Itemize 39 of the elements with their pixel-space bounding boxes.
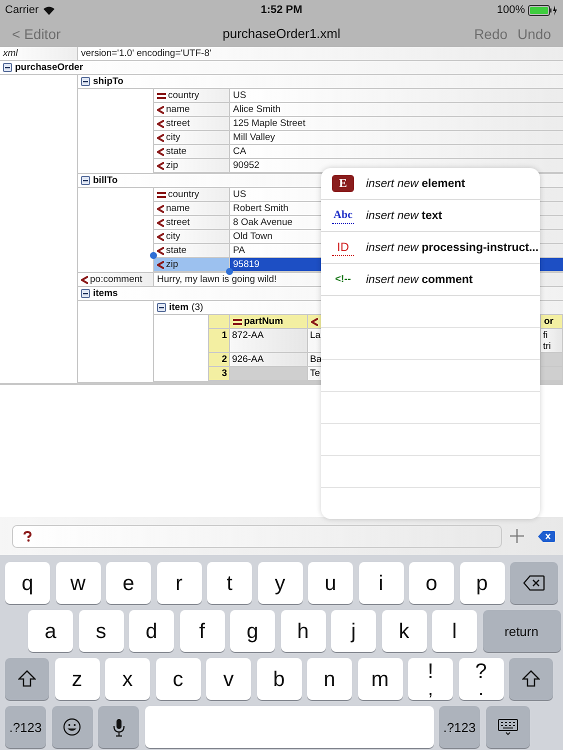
node-name-text: street xyxy=(166,118,190,129)
node-name-text: name xyxy=(166,104,190,115)
clock-time: 1:52 PM xyxy=(260,4,302,16)
element-icon: E xyxy=(332,175,354,192)
key-symbol: ! xyxy=(428,660,434,682)
row-number: 3 xyxy=(209,367,230,381)
node-name-text: xml xyxy=(3,48,18,59)
key-symbol: , xyxy=(428,682,434,698)
document-title: purchaseOrder1.xml xyxy=(222,26,342,41)
element-name: billTo xyxy=(93,175,118,186)
carrier-name: Carrier xyxy=(5,4,39,16)
element-name: purchaseOrder xyxy=(15,62,84,73)
row-number: 1 xyxy=(209,329,230,353)
menu-item-label: insert new comment xyxy=(366,274,473,286)
node-name-text: street xyxy=(166,217,190,228)
node-name-text: state xyxy=(166,245,187,256)
node-name-text: country xyxy=(168,90,200,101)
node-name-text: city xyxy=(166,231,180,242)
comment-icon: <!-- xyxy=(332,271,354,288)
row-number: 2 xyxy=(209,353,230,367)
menu-item-label: insert new element xyxy=(366,178,466,190)
node-name-text: name xyxy=(166,203,190,214)
element-name: items xyxy=(93,288,118,299)
element-name: item xyxy=(169,302,189,313)
element-count: (3) xyxy=(192,302,204,313)
battery-percent: 100% xyxy=(496,4,526,16)
node-name-text: zip xyxy=(166,160,178,171)
menu-item-label: insert new text xyxy=(366,210,442,222)
column-header-text: partNum xyxy=(244,316,284,327)
node-name-text: state xyxy=(166,146,187,157)
node-name-text: city xyxy=(166,132,180,143)
menu-item-label: insert new processing-instruct... xyxy=(366,242,539,254)
node-name-text: zip xyxy=(166,259,178,270)
column-header-text: or xyxy=(544,316,554,327)
node-name-text: country xyxy=(168,189,200,200)
element-name: shipTo xyxy=(93,76,124,87)
node-name-text: po:comment xyxy=(90,274,142,285)
key-symbol: ? xyxy=(475,660,487,682)
key-symbol: . xyxy=(478,682,484,698)
